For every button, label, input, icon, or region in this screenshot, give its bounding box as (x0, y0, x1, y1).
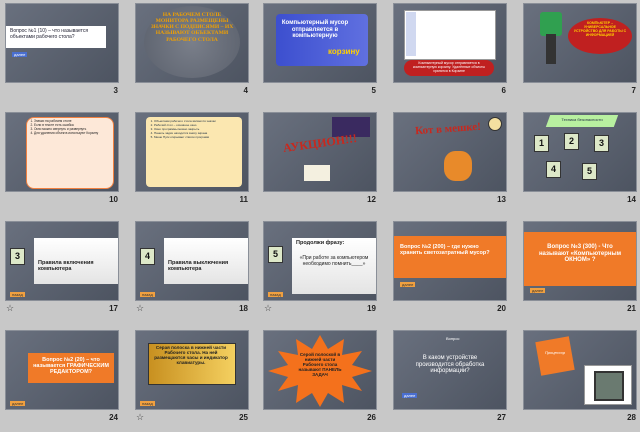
slide-number: 19 (367, 304, 376, 313)
slide-number: 20 (497, 304, 506, 313)
ticket-1[interactable]: 1 (534, 135, 549, 152)
slide-number: 14 (627, 195, 636, 204)
slide-thumbnail[interactable]: Вопрос №2 (200) – где нужно хранить свет… (394, 222, 506, 313)
next-button[interactable]: далее (400, 282, 416, 287)
slide-number: 17 (109, 304, 118, 313)
slide-list: Значки на рабочем столе Если в тексте ес… (26, 119, 114, 135)
slide-text: НА РАБОЧЕМ СТОЛЕ МОНИТОРА РАЗМЕЩЕНЫ ЗНАЧ… (150, 12, 234, 43)
list-item: Для удаления объекта используют Корзину (34, 131, 114, 135)
slide-number: 25 (239, 413, 248, 422)
slide-thumbnail[interactable]: Процессор 28 (524, 331, 636, 422)
ticket-4[interactable]: 4 (546, 161, 561, 178)
back-button[interactable]: назад (140, 292, 155, 297)
slide-text: Кот в мешке! (414, 120, 482, 138)
slide-thumbnail[interactable]: НА РАБОЧЕМ СТОЛЕ МОНИТОРА РАЗМЕЩЕНЫ ЗНАЧ… (136, 4, 248, 95)
slide-text: Компьютерный мусор отправляется в компью… (281, 20, 349, 40)
slide-text: Вопрос №1 (10) – что называется объектам… (10, 28, 89, 40)
slide-quote: «При работе за компьютером необходимо по… (299, 255, 369, 267)
slide-thumbnail[interactable]: Вопрос №1 (10) – что называется объектам… (6, 4, 118, 95)
back-button[interactable]: назад (10, 292, 25, 297)
slide-number: 28 (627, 413, 636, 422)
slide-thumbnail[interactable]: 4 Правила выключения компьютера назад ☆ … (136, 222, 248, 313)
slide-title: Техника безопасности (561, 117, 603, 122)
slide-number: 27 (497, 413, 506, 422)
ticket-icon: 5 (268, 246, 283, 263)
slide-text: Продолжи фразу: (296, 240, 345, 246)
slide-number: 10 (109, 195, 118, 204)
slide-text: КОМПЬЮТЕР – УНИВЕРСАЛЬНОЕ УСТРОЙСТВО ДЛЯ… (573, 21, 627, 37)
list-item: Меню Пуск открывает список программ (154, 135, 244, 139)
slide-text: Вопрос №3 (300) - Что называют «Компьюте… (538, 244, 622, 264)
slide-sorter-grid: Вопрос №1 (10) – что называется объектам… (0, 0, 640, 432)
slide-label: Вопрос (446, 336, 460, 341)
slide-number: 12 (367, 195, 376, 204)
slide-thumbnail[interactable]: Серая полоска в нижней части Рабочего ст… (136, 331, 248, 422)
ticket-icon: 3 (10, 248, 25, 265)
slide-thumbnail[interactable]: 3 Правила включения компьютера назад ☆ 1… (6, 222, 118, 313)
back-button[interactable]: назад (268, 292, 283, 297)
slide-text: Серой полоской в нижней части Рабочего с… (298, 352, 342, 377)
slide-thumbnail[interactable]: Компьютерный мусор отправляется в компью… (394, 4, 506, 95)
next-button[interactable]: далее (402, 393, 418, 398)
slide-thumbnail[interactable]: Вопрос №2 (20) – что называется ГРАФИЧЕС… (6, 331, 118, 422)
slide-thumbnail[interactable]: АУКЦИОН!!! 12 (264, 113, 376, 204)
slide-number: 18 (239, 304, 248, 313)
slide-thumbnail[interactable]: Вопрос №3 (300) - Что называют «Компьюте… (524, 222, 636, 313)
slide-word: корзину (328, 47, 360, 56)
ticket-2[interactable]: 2 (564, 133, 579, 150)
slide-text: Вопрос №2 (20) – что называется ГРАФИЧЕС… (33, 357, 109, 376)
back-button[interactable]: назад (140, 401, 155, 406)
slide-text: Правила включения компьютера (38, 260, 94, 273)
slide-text: Процессор (544, 350, 566, 355)
next-button[interactable]: далее (10, 401, 26, 406)
ticket-icon: 4 (140, 248, 155, 265)
slide-number: 26 (367, 413, 376, 422)
slide-thumbnail[interactable]: Значки на рабочем столе Если в тексте ес… (6, 113, 118, 204)
next-button[interactable]: далее (12, 52, 28, 57)
transition-icon: ☆ (264, 303, 273, 313)
ticket-5[interactable]: 5 (582, 163, 597, 180)
slide-text: АУКЦИОН!!! (282, 130, 358, 156)
slide-number: 6 (501, 86, 506, 95)
slide-number: 24 (109, 413, 118, 422)
slide-number: 21 (627, 304, 636, 313)
slide-thumbnail[interactable]: Вопрос В каком устройстве производится о… (394, 331, 506, 422)
slide-number: 4 (243, 86, 248, 95)
slide-number: 7 (631, 86, 636, 95)
transition-icon: ☆ (136, 303, 145, 313)
slide-thumbnail[interactable]: Кот в мешке! 13 (394, 113, 506, 204)
slide-list: Объектами рабочего стола являются значки… (146, 119, 244, 139)
slide-text: В каком устройстве производится обработк… (415, 355, 485, 375)
slide-text: Вопрос №2 (200) – где нужно хранить свет… (400, 244, 490, 257)
slide-thumbnail[interactable]: КОМПЬЮТЕР – УНИВЕРСАЛЬНОЕ УСТРОЙСТВО ДЛЯ… (524, 4, 636, 95)
transition-icon: ☆ (136, 412, 145, 422)
slide-thumbnail[interactable]: 5 Продолжи фразу: «При работе за компьют… (264, 222, 376, 313)
slide-number: 11 (239, 195, 248, 204)
next-button[interactable]: далее (530, 288, 546, 293)
slide-number: 5 (371, 86, 376, 95)
transition-icon: ☆ (6, 303, 15, 313)
slide-number: 13 (497, 195, 506, 204)
ticket-3[interactable]: 3 (594, 135, 609, 152)
slide-text: Правила выключения компьютера (168, 260, 229, 273)
slide-text: Серая полоска в нижней части Рабочего ст… (154, 345, 228, 366)
slide-thumbnail[interactable]: Серой полоской в нижней части Рабочего с… (264, 331, 376, 422)
slide-thumbnail[interactable]: Компьютерный мусор отправляется в компью… (264, 4, 376, 95)
cpu-image (594, 371, 624, 401)
slide-thumbnail[interactable]: Объектами рабочего стола являются значки… (136, 113, 248, 204)
slide-thumbnail[interactable]: Техника безопасности 1 2 3 4 5 14 (524, 113, 636, 204)
slide-text: Компьютерный мусор отправляется в компью… (412, 61, 486, 73)
slide-number: 3 (113, 86, 118, 95)
